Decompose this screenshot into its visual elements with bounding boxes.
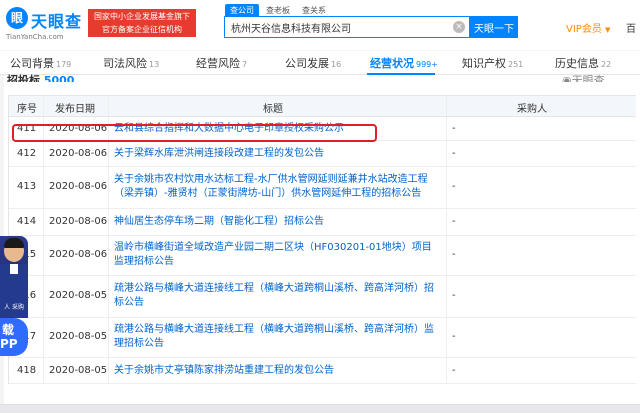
brand-watermark: ◉天眼查 — [562, 72, 605, 82]
app-download-button[interactable]: 载 PP — [0, 318, 28, 356]
horizontal-scrollbar[interactable] — [0, 404, 640, 413]
search-box: × — [224, 16, 470, 38]
table-row[interactable]: 416 2020-08-05 疏港公路与横峰大道连接线工程（横峰大道跨桐山溪桥、… — [9, 276, 636, 318]
row-buyer: - — [452, 365, 456, 376]
row-date: 2020-08-06 — [49, 181, 108, 192]
company-nav-tabs: 公司背景 179 司法风险 13 经营风险 7 公司发展 16 经营状况 999+ 知识产… — [0, 51, 640, 75]
ad-collar — [10, 264, 18, 274]
tab-legal-risk[interactable]: 司法风险 13 — [103, 55, 159, 71]
tab-company-background[interactable]: 公司背景 179 — [10, 55, 71, 71]
table-header: 序号 发布日期 标题 采购人 — [9, 95, 636, 117]
row-date: 2020-08-05 — [49, 365, 108, 376]
header-nav-item[interactable]: 百 — [626, 20, 636, 35]
row-date: 2020-08-06 — [49, 216, 108, 227]
tab-count: 22 — [601, 60, 612, 69]
gov-badge-line2: 官方备案企业征信机构 — [102, 25, 182, 34]
column-header-buyer: 采购人 — [517, 104, 547, 115]
row-no: 414 — [17, 216, 37, 227]
ad-person-image: 人 采购 — [0, 236, 28, 318]
row-buyer: - — [452, 148, 456, 159]
ad-hair — [4, 238, 24, 248]
chevron-down-icon: ▼ — [605, 26, 611, 34]
search-button[interactable]: 天眼一下 — [470, 16, 518, 38]
vip-menu[interactable]: VIP会员 ▼ — [566, 20, 610, 35]
ad-line1: 载 — [2, 323, 15, 337]
tab-label: 公司背景 — [10, 57, 54, 70]
table-row[interactable]: 412 2020-08-06 关于梁辉水库泄洪闸连接段改建工程的发包公告 - — [9, 141, 636, 167]
table-row[interactable]: 414 2020-08-06 神仙居生态停车场二期（智能化工程）招标公告 - — [9, 209, 636, 236]
gov-badge-line1: 国家中小企业发展基金旗下 — [94, 12, 190, 21]
tab-label: 经营状况 — [370, 57, 414, 70]
row-title-link[interactable]: 神仙居生态停车场二期（智能化工程）招标公告 — [114, 215, 439, 229]
section-count: 5000 — [43, 74, 75, 82]
row-title-link[interactable]: 疏港公路与横峰大道连接线工程（横峰大道跨桐山溪桥、跨高洋河桥）监理招标公告 — [114, 323, 439, 351]
row-buyer: - — [452, 290, 456, 301]
brand-watermark-text: 天眼查 — [571, 74, 605, 82]
tab-label: 司法风险 — [103, 57, 147, 70]
tab-business-status[interactable]: 经营状况 999+ — [370, 55, 438, 71]
ad-line2: PP — [0, 337, 18, 351]
eye-logo-icon: 眼 — [6, 7, 28, 29]
tab-count: 16 — [331, 60, 342, 69]
search-input[interactable] — [225, 17, 451, 37]
row-title-link[interactable]: 关于梁辉水库泄洪闸连接段改建工程的发包公告 — [114, 147, 439, 161]
tab-label: 历史信息 — [555, 57, 599, 70]
eye-logo-icon: ◉ — [562, 74, 572, 82]
column-header-no: 序号 — [17, 104, 37, 115]
tab-intellectual-property[interactable]: 知识产权 251 — [462, 55, 523, 71]
logo-domain: TianYanCha.com — [6, 33, 64, 41]
tab-company-development[interactable]: 公司发展 16 — [285, 55, 341, 71]
row-no: 412 — [17, 148, 37, 159]
column-header-title: 标题 — [263, 104, 283, 115]
tab-label: 公司发展 — [285, 57, 329, 70]
row-date: 2020-08-05 — [49, 331, 108, 342]
row-buyer: - — [452, 249, 456, 260]
ad-caption: 人 采购 — [4, 304, 24, 311]
row-no: 413 — [17, 181, 37, 192]
tab-count: 251 — [508, 60, 524, 69]
floating-ad[interactable]: 人 采购 载 PP — [0, 236, 28, 368]
top-header: 眼 天眼查 TianYanCha.com 国家中小企业发展基金旗下 官方备案企业… — [0, 0, 640, 50]
tab-count: 13 — [149, 60, 160, 69]
tab-label: 知识产权 — [462, 57, 506, 70]
table-row[interactable]: 413 2020-08-06 关于余姚市农村饮用水达标工程-水厂供水管网延则延兼… — [9, 167, 636, 209]
row-title-link[interactable]: 关于余姚市农村饮用水达标工程-水厂供水管网延则延兼井水站改造工程（梁弄镇）-雅贤… — [114, 173, 439, 201]
row-title-link[interactable]: 温岭市横峰街道全域改造产业园二期二区块（HF030201-01地块）项目监理招标… — [114, 241, 439, 269]
vip-label: VIP会员 — [566, 24, 602, 35]
tab-count: 999+ — [416, 60, 438, 69]
row-date: 2020-08-05 — [49, 290, 108, 301]
row-buyer: - — [452, 123, 456, 134]
site-logo[interactable]: 眼 天眼查 TianYanCha.com — [6, 6, 86, 44]
column-header-date: 发布日期 — [55, 104, 95, 115]
row-title-link[interactable]: 关于余姚市丈亭镇陈家排涝站重建工程的发包公告 — [114, 364, 439, 378]
clear-icon[interactable]: × — [453, 21, 465, 33]
row-date: 2020-08-06 — [49, 249, 108, 260]
row-title-link[interactable]: 疏港公路与横峰大道连接线工程（横峰大道跨桐山溪桥、跨高洋河桥）招标公告 — [114, 282, 439, 310]
row-buyer: - — [452, 331, 456, 342]
row-date: 2020-08-06 — [49, 148, 108, 159]
table-row[interactable]: 418 2020-08-05 关于余姚市丈亭镇陈家排涝站重建工程的发包公告 - — [9, 358, 636, 384]
logo-text: 天眼查 — [31, 12, 83, 31]
tab-count: 179 — [56, 60, 72, 69]
table-row[interactable]: 415 2020-08-06 温岭市横峰街道全域改造产业园二期二区块（HF030… — [9, 236, 636, 276]
highlight-box — [12, 124, 377, 142]
row-buyer: - — [452, 181, 456, 192]
row-buyer: - — [452, 216, 456, 227]
tab-label: 经营风险 — [196, 57, 240, 70]
section-title: 招投标 5000 — [7, 72, 74, 82]
tab-history-info[interactable]: 历史信息 22 — [555, 55, 611, 71]
gov-badge: 国家中小企业发展基金旗下 官方备案企业征信机构 — [88, 9, 196, 37]
table-row[interactable]: 417 2020-08-05 疏港公路与横峰大道连接线工程（横峰大道跨桐山溪桥、… — [9, 318, 636, 358]
tab-operating-risk[interactable]: 经营风险 7 — [196, 55, 247, 71]
tab-count: 7 — [242, 60, 248, 69]
section-title-text: 招投标 — [7, 74, 40, 82]
